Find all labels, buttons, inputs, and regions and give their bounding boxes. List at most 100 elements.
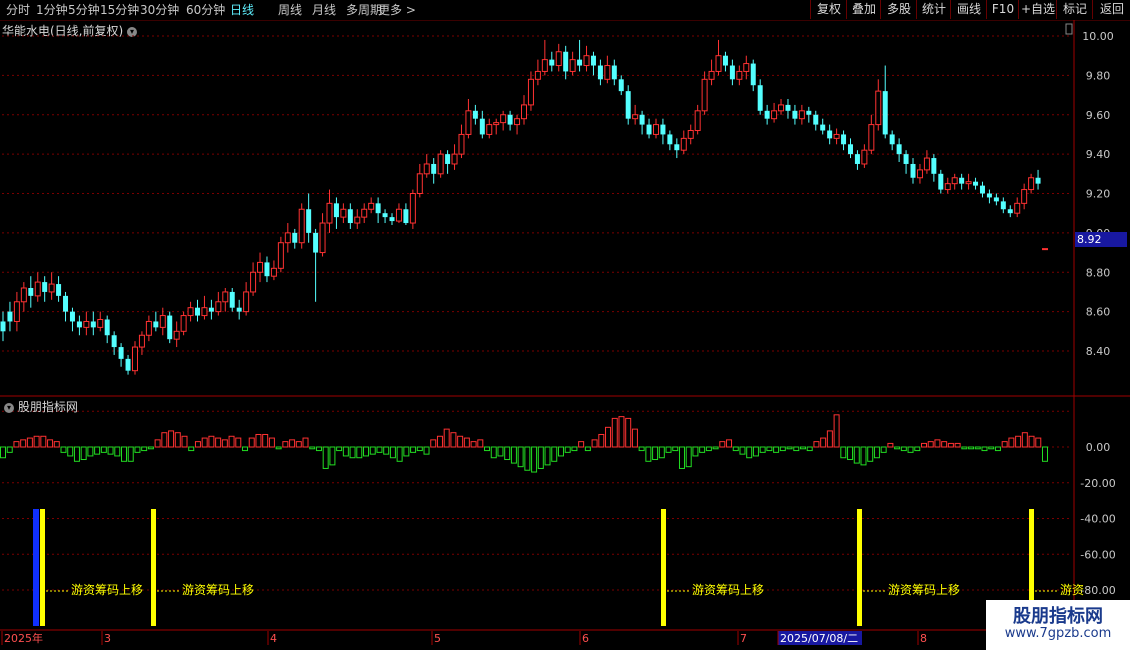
histogram-bar bbox=[208, 435, 215, 448]
candle-body bbox=[549, 59, 555, 66]
histogram-bar bbox=[531, 446, 538, 473]
candle-body bbox=[708, 70, 715, 80]
histogram-bar bbox=[726, 439, 733, 448]
candle-body bbox=[521, 104, 527, 120]
candle-body bbox=[959, 177, 965, 184]
histogram-bar bbox=[793, 446, 800, 452]
histogram-bar bbox=[678, 446, 685, 469]
candle-body bbox=[923, 157, 930, 171]
candle-body bbox=[611, 65, 617, 80]
candle-body bbox=[729, 65, 735, 80]
kline-chart[interactable]: 游资筹码上移 游资筹码上移 游资筹码上移 游资筹码上移 游资 10.009.809.60… bbox=[0, 0, 1130, 650]
histogram-bar bbox=[94, 446, 101, 455]
candle-body bbox=[195, 307, 201, 316]
candle-body bbox=[451, 153, 458, 165]
histogram-bar bbox=[497, 446, 504, 457]
histogram-bar bbox=[947, 442, 954, 448]
candle-body bbox=[236, 307, 242, 312]
candle-body bbox=[973, 181, 979, 186]
histogram-bar bbox=[746, 446, 753, 459]
histogram-bar bbox=[779, 446, 786, 452]
date-axis: 2025年 3 4 5 6 7 2025/07/08/二 8 bbox=[1, 631, 927, 645]
candle-body bbox=[1042, 248, 1048, 251]
candle-body bbox=[298, 208, 305, 244]
histogram-bar bbox=[504, 446, 511, 461]
candle-body bbox=[798, 110, 805, 120]
candle-body bbox=[437, 153, 444, 175]
candle-body bbox=[173, 330, 180, 340]
histogram-bar bbox=[67, 446, 74, 457]
histogram-bar bbox=[974, 446, 981, 450]
histogram-bar bbox=[732, 446, 739, 452]
candle-body bbox=[138, 334, 145, 348]
candle-body bbox=[903, 154, 909, 164]
histogram-bar bbox=[262, 433, 269, 448]
candle-body bbox=[534, 70, 541, 80]
candle-body bbox=[125, 358, 131, 371]
histogram-bar bbox=[141, 446, 148, 452]
date-label: 6 bbox=[582, 632, 589, 645]
candle-body bbox=[42, 282, 48, 292]
price-tick-label: 8.60 bbox=[1086, 306, 1111, 319]
candle-body bbox=[527, 78, 534, 106]
histogram-bar bbox=[329, 446, 336, 466]
candle-body bbox=[500, 114, 507, 124]
histogram-bar bbox=[799, 446, 806, 450]
histogram-bar bbox=[47, 439, 54, 448]
histogram-bar bbox=[430, 439, 437, 448]
histogram-bar bbox=[20, 439, 27, 448]
price-tick-label: 8.80 bbox=[1086, 266, 1111, 279]
candle-body bbox=[854, 154, 860, 164]
yellow-signal-bar bbox=[661, 509, 666, 626]
price-tick-label: 9.80 bbox=[1086, 69, 1111, 82]
histogram-bar bbox=[416, 446, 423, 452]
histogram-bar bbox=[302, 437, 309, 448]
candle-body bbox=[806, 110, 812, 115]
yellow-signal-bar bbox=[857, 509, 862, 626]
candle-body bbox=[563, 51, 569, 72]
candle-body bbox=[555, 51, 562, 67]
indicator-tick-label: -40.00 bbox=[1080, 513, 1115, 526]
price-tick-label: 10.00 bbox=[1082, 30, 1114, 43]
candle-body bbox=[375, 203, 381, 214]
histogram-bar bbox=[813, 441, 820, 448]
histogram-bar bbox=[557, 446, 564, 457]
date-label: 2025年 bbox=[4, 631, 43, 645]
histogram-bar bbox=[295, 441, 302, 448]
chevron-down-icon[interactable]: ▾ bbox=[4, 402, 14, 413]
histogram-bar bbox=[645, 446, 652, 462]
candle-body bbox=[986, 193, 992, 198]
histogram-bar bbox=[275, 446, 282, 450]
histogram-bar bbox=[181, 435, 188, 448]
histogram-bar bbox=[423, 446, 430, 455]
candle-body bbox=[403, 209, 409, 224]
histogram-bar bbox=[188, 446, 195, 452]
candle-body bbox=[28, 288, 34, 296]
indicator-tick-label: -60.00 bbox=[1080, 548, 1115, 561]
candle-body bbox=[938, 173, 944, 190]
histogram-bar bbox=[719, 441, 726, 448]
candle-body bbox=[416, 173, 423, 194]
candle-body bbox=[820, 124, 826, 131]
candle-body bbox=[104, 319, 110, 336]
candle-body bbox=[514, 118, 521, 126]
candle-body bbox=[1014, 202, 1021, 214]
candle-body bbox=[313, 232, 319, 253]
histogram-bar bbox=[154, 439, 161, 448]
histogram-bar bbox=[242, 446, 249, 452]
candle-body bbox=[687, 130, 694, 139]
histogram-bar bbox=[161, 432, 168, 448]
histogram-bar bbox=[618, 416, 625, 448]
indicator-histogram bbox=[0, 414, 1048, 473]
histogram-bar bbox=[13, 441, 20, 448]
candle-body bbox=[389, 217, 395, 222]
candle-body bbox=[1000, 201, 1006, 210]
histogram-bar bbox=[342, 446, 349, 457]
candle-body bbox=[625, 91, 631, 119]
candle-body bbox=[743, 63, 750, 72]
candle-body bbox=[715, 55, 722, 72]
histogram-bar bbox=[524, 446, 531, 471]
histogram-bar bbox=[436, 435, 443, 448]
candle-body bbox=[701, 78, 708, 112]
candles bbox=[0, 39, 1048, 375]
